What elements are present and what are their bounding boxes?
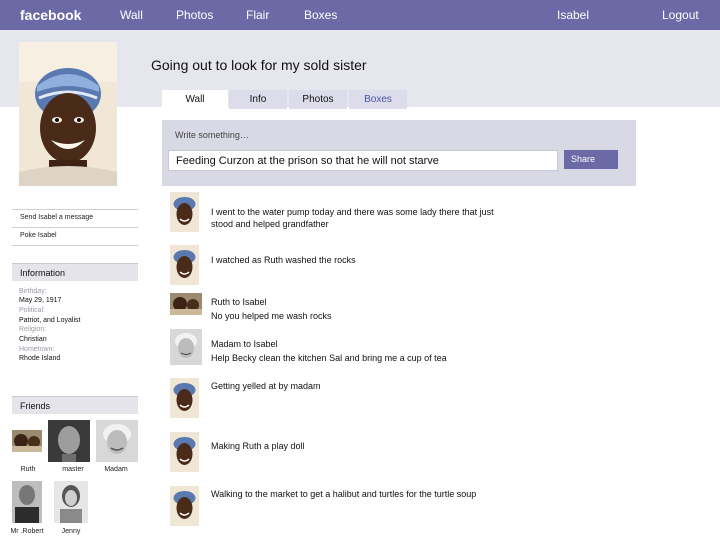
profile-photo: [19, 42, 117, 186]
nav-wall[interactable]: Wall: [120, 8, 143, 22]
wall-composer: Write something… Feeding Curzon at the p…: [162, 120, 636, 186]
tab-photos[interactable]: Photos: [289, 90, 347, 109]
post-3-text: Ruth to Isabel No you helped me wash roc…: [211, 297, 332, 321]
divider: [12, 209, 138, 210]
friend-photo-madam[interactable]: [96, 420, 138, 462]
send-message-link[interactable]: Send Isabel a message: [12, 214, 138, 221]
post-4-text: Madam to Isabel Help Becky clean the kit…: [211, 339, 447, 363]
birthday-value: May 29, 1917: [19, 297, 62, 304]
friend-name-mr-robert[interactable]: Mr .Robert: [5, 528, 49, 535]
poke-link[interactable]: Poke Isabel: [12, 232, 138, 239]
divider: [12, 245, 138, 246]
composer-input[interactable]: Feeding Curzon at the prison so that he …: [168, 150, 558, 171]
friend-photo-ruth[interactable]: [12, 430, 42, 452]
post-avatar-madam[interactable]: [170, 329, 202, 365]
post-7-text: Walking to the market to get a halibut a…: [211, 489, 477, 499]
post-avatar-isabel[interactable]: [170, 245, 199, 285]
friend-photo-mr-robert[interactable]: [12, 481, 42, 523]
friend-name-madam[interactable]: Madam: [94, 466, 138, 473]
post-avatar-ruth[interactable]: [170, 293, 202, 315]
nav-user-isabel[interactable]: Isabel: [557, 8, 589, 22]
tab-boxes[interactable]: Boxes: [349, 90, 407, 109]
profile-status-headline: Going out to look for my sold sister: [151, 57, 367, 73]
share-button[interactable]: Share: [564, 150, 618, 169]
nav-flair[interactable]: Flair: [246, 8, 269, 22]
top-navigation-bar: facebook Wall Photos Flair Boxes Isabel …: [0, 0, 720, 30]
post-5-text: Getting yelled at by madam: [211, 381, 321, 391]
friend-name-master[interactable]: master: [51, 466, 95, 473]
post-avatar-isabel[interactable]: [170, 378, 199, 418]
post-6-text: Making Ruth a play doll: [211, 441, 305, 451]
post-avatar-isabel[interactable]: [170, 432, 199, 472]
friend-name-jenny[interactable]: Jenny: [49, 528, 93, 535]
post-avatar-isabel[interactable]: [170, 486, 199, 526]
birthday-label: Birthday:: [19, 288, 47, 295]
friend-name-ruth[interactable]: Ruth: [6, 466, 50, 473]
divider: [12, 227, 138, 228]
religion-value: Christian: [19, 336, 47, 343]
facebook-logo[interactable]: facebook: [20, 7, 81, 23]
logout-link[interactable]: Logout: [662, 8, 699, 22]
religion-label: Religion:: [19, 326, 47, 333]
post-avatar-isabel[interactable]: [170, 192, 199, 232]
political-value: Patriot, and Loyalist: [19, 317, 81, 324]
hometown-value: Rhode Island: [19, 355, 61, 362]
political-label: Political:: [19, 307, 46, 314]
hometown-label: Hometown:: [19, 346, 55, 353]
nav-boxes[interactable]: Boxes: [304, 8, 337, 22]
post-2-text: I watched as Ruth washed the rocks: [211, 255, 356, 265]
post-1-text: I went to the water pump today and there…: [211, 207, 494, 229]
tab-info[interactable]: Info: [229, 90, 287, 109]
tab-wall[interactable]: Wall: [162, 90, 228, 109]
friends-heading: Friends: [12, 396, 138, 414]
composer-label: Write something…: [175, 130, 249, 140]
nav-photos[interactable]: Photos: [176, 8, 213, 22]
information-heading: Information: [12, 263, 138, 281]
friend-photo-jenny[interactable]: [54, 481, 88, 523]
friend-photo-master[interactable]: [48, 420, 90, 462]
